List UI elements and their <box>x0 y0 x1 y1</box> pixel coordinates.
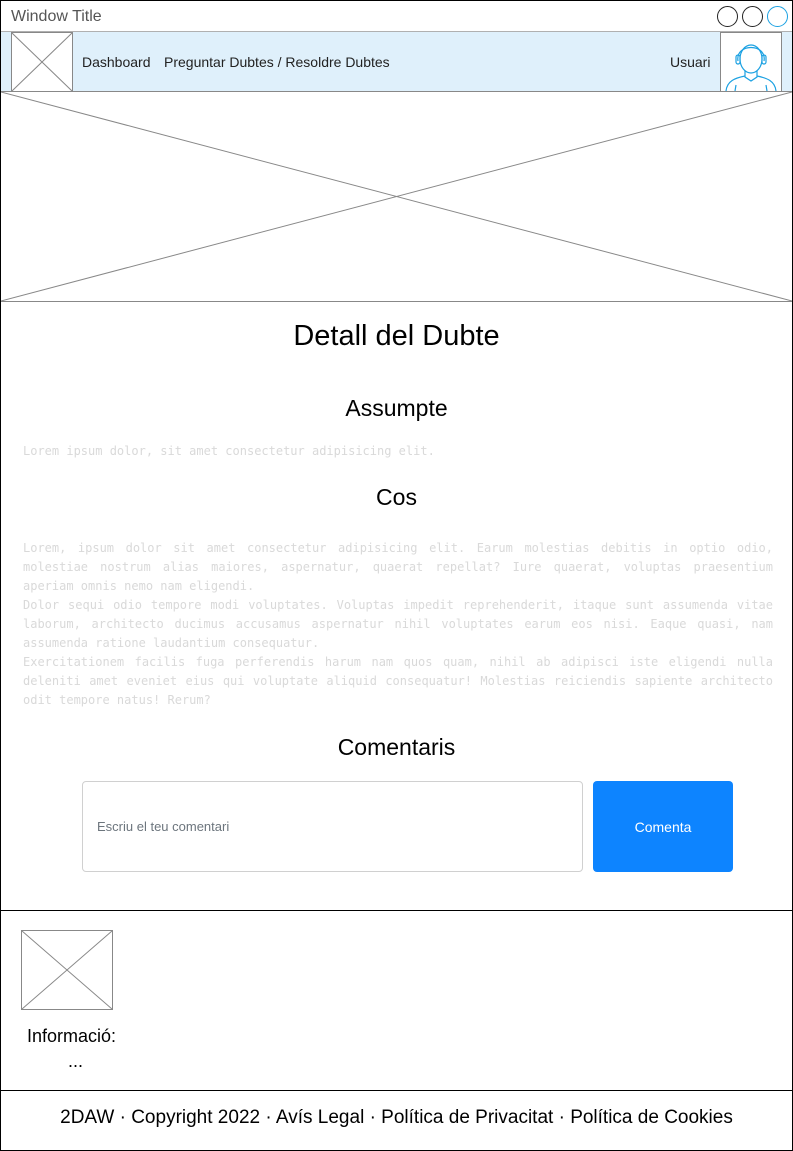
nav-link-dashboard[interactable]: Dashboard <box>82 54 151 70</box>
footer-info: Informació: ... <box>1 911 792 1091</box>
user-icon <box>725 44 777 91</box>
copyright-bar: 2DAW · Copyright 2022 · Avís Legal · Pol… <box>60 1107 733 1128</box>
body-text: Lorem, ipsum dolor sit amet consectetur … <box>23 539 773 710</box>
comment-button[interactable]: Comenta <box>593 781 733 872</box>
body-paragraph: Dolor sequi odio tempore modi voluptates… <box>23 598 773 650</box>
title-bar: Window Title <box>1 1 792 31</box>
body-paragraph: Exercitationem facilis fuga perferendis … <box>23 655 773 707</box>
user-name[interactable]: Usuari <box>670 54 710 70</box>
logo-placeholder-image[interactable] <box>11 32 73 92</box>
subject-text: Lorem ipsum dolor, sit amet consectetur … <box>23 444 435 458</box>
body-heading: Cos <box>376 484 417 510</box>
avatar[interactable] <box>720 32 782 92</box>
nav-bar: Dashboard Preguntar Dubtes / Resoldre Du… <box>1 31 792 92</box>
minimize-button[interactable] <box>717 6 738 27</box>
info-label: Informació: <box>27 1026 117 1046</box>
maximize-button[interactable] <box>742 6 763 27</box>
window-title: Window Title <box>11 8 102 25</box>
footer-logo-placeholder-image <box>21 930 113 1010</box>
nav-link-ask-questions[interactable]: Preguntar Dubtes / Resoldre Dubtes <box>164 54 390 70</box>
hero-placeholder-image <box>0 91 793 302</box>
question-detail-section: Detall del Dubte Assumpte Lorem ipsum do… <box>1 302 792 911</box>
subject-heading: Assumpte <box>345 395 448 421</box>
page-title: Detall del Dubte <box>293 320 500 352</box>
body-paragraph: Lorem, ipsum dolor sit amet consectetur … <box>23 541 773 593</box>
close-button[interactable] <box>767 6 788 27</box>
app-window: Window Title Dashboard Preguntar Dubtes … <box>0 0 793 1151</box>
comments-heading: Comentaris <box>337 734 456 760</box>
info-value: ... <box>68 1051 84 1071</box>
comment-input[interactable] <box>82 781 583 872</box>
